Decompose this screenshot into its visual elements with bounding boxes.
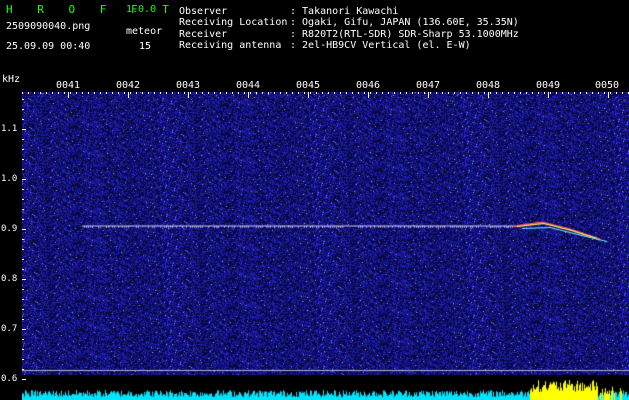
- info-value-antenna: : 2el-HB9CV Vertical (el. E-W): [290, 40, 471, 51]
- app-version: 1.0.0: [126, 4, 157, 15]
- time-label: 0041: [55, 80, 81, 91]
- time-label: 0047: [415, 80, 441, 91]
- time-label: 0048: [475, 80, 501, 91]
- info-key-antenna: Receiving antenna: [179, 40, 282, 51]
- freq-tick-label: 0.9: [1, 224, 18, 234]
- file-name: 2509090040.png: [6, 21, 91, 32]
- freq-tick-label: 0.8: [1, 274, 18, 284]
- freq-tick-label: 1.0: [1, 174, 18, 184]
- spectrogram-overlay: [22, 92, 629, 380]
- time-label: 0046: [355, 80, 381, 91]
- meteor-label: meteor: [126, 26, 163, 37]
- axis-ticks: [22, 92, 629, 380]
- y-axis-unit: kHz: [2, 74, 21, 85]
- file-datetime: 25.09.09 00:40: [6, 41, 91, 52]
- freq-tick-label: 0.7: [1, 324, 18, 334]
- meteor-count: 15: [139, 41, 152, 52]
- freq-tick-label: 0.6: [1, 374, 18, 384]
- info-key-location: Receiving Location: [179, 17, 288, 28]
- time-label: 0044: [235, 80, 261, 91]
- time-label: 0043: [175, 80, 201, 91]
- time-label: 0045: [295, 80, 321, 91]
- spectrogram: [22, 92, 629, 400]
- time-label: 0050: [594, 80, 620, 91]
- freq-tick-label: 1.1: [1, 124, 18, 134]
- time-label: 0042: [115, 80, 141, 91]
- time-label: 0049: [535, 80, 561, 91]
- info-value-location: : Ogaki, Gifu, JAPAN (136.60E, 35.35N): [290, 17, 519, 28]
